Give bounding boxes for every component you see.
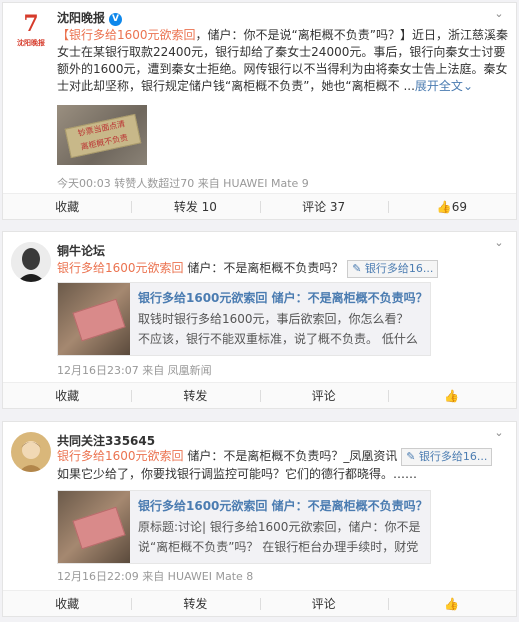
like-button[interactable]: 👍 <box>387 383 516 408</box>
author-name[interactable]: 沈阳晚报 V <box>57 9 123 26</box>
avatar[interactable]: 7 沈阳晚报 <box>11 11 51 51</box>
shared-article-card[interactable]: 银行多给1600元欲索回 储户：不是离柜概不负责吗？ 原标题:讨论| 银行多给1… <box>57 490 431 564</box>
expand-link[interactable]: 展开全文⌄ <box>415 79 473 93</box>
link-tag-label[interactable]: 银行多给16... <box>365 262 434 275</box>
chevron-down-icon[interactable]: ⌄ <box>492 237 506 248</box>
article-description: 原标题:讨论| 银行多给1600元欲索回，储户：你不是说“离柜概不负责”吗？ 在… <box>138 520 421 554</box>
expand-label[interactable]: 展开全文 <box>415 79 463 93</box>
article-thumbnail <box>58 491 130 563</box>
author-name-text[interactable]: 沈阳晚报 <box>57 11 105 25</box>
comment-button[interactable]: 评论 <box>259 591 388 616</box>
topic-link[interactable]: 银行多给1600元欲索回 <box>57 449 184 463</box>
post-body: 储户：不是离柜概不负责吗？_凤凰资讯 <box>183 449 402 463</box>
article-title[interactable]: 银行多给1600元欲索回 储户：不是离柜概不负责吗？ <box>138 497 422 514</box>
link-tag[interactable]: ✎ 银行多给16... <box>347 260 439 278</box>
favorite-button[interactable]: 收藏 <box>3 194 131 219</box>
avatar[interactable] <box>11 242 51 282</box>
post-meta: 12月16日23:07 来自 凤凰新闻 <box>57 364 212 377</box>
like-button[interactable]: 👍 <box>387 591 516 616</box>
link-icon: ✎ <box>352 262 362 275</box>
link-tag-label[interactable]: 银行多给16... <box>419 450 488 463</box>
link-tag[interactable]: ✎ 银行多给16... <box>401 448 493 466</box>
chevron-down-icon[interactable]: ⌄ <box>492 8 506 19</box>
chevron-down-icon[interactable]: ⌄ <box>492 427 506 438</box>
post-text: 银行多给1600元欲索回 储户：不是离柜概不负责吗？_凤凰资讯 ✎ 银行多给16… <box>57 448 508 483</box>
banknotes <box>72 298 126 342</box>
repost-button[interactable]: 转发 <box>131 591 259 616</box>
post-text: 银行多给1600元欲索回 储户：不是离柜概不负责吗？ ✎ 银行多给16... <box>57 260 508 278</box>
post-card: ⌄ 铜牛论坛 银行多给1600元欲索回 储户：不是离柜概不负责吗？ ✎ 银行多给… <box>2 231 517 409</box>
post-card: ⌄ 7 沈阳晚报 沈阳晚报 V 【银行多给1600元欲索回，储户：你不是说“离柜概… <box>2 2 517 220</box>
article-description: 取钱时银行多给1600元，事后欲索回，你怎么看？ 不应该，银行不能双重标准，说了… <box>138 312 418 346</box>
repost-button[interactable]: 转发 <box>131 383 259 408</box>
topic-link[interactable]: 【银行多给1600元欲索回 <box>57 28 196 42</box>
author-name[interactable]: 铜牛论坛 <box>57 242 105 259</box>
article-title[interactable]: 银行多给1600元欲索回 储户：不是离柜概不负责吗？ <box>138 289 422 306</box>
verified-icon: V <box>109 13 123 26</box>
post-body-line2: 如果它少给了，你要找银行调监控可能吗？它们的德行都晓得。…… <box>57 467 418 481</box>
image-sign: 钞票当面点清 离柜概不负责 <box>64 113 142 159</box>
action-bar: 收藏 转发 10 评论 37 👍69 <box>3 193 516 219</box>
like-button[interactable]: 👍69 <box>387 194 516 219</box>
like-count: 69 <box>451 200 467 214</box>
post-meta: 12月16日22:09 来自 HUAWEI Mate 8 <box>57 570 254 583</box>
favorite-button[interactable]: 收藏 <box>3 383 131 408</box>
post-body: 储户：不是离柜概不负责吗？ <box>183 261 344 275</box>
link-icon: ✎ <box>406 450 416 463</box>
comment-button[interactable]: 评论 <box>259 383 388 408</box>
banknotes <box>72 506 126 550</box>
post-card: ⌄ 共同关注335645 银行多给1600元欲索回 储户：不是离柜概不负责吗？_… <box>2 421 517 617</box>
action-bar: 收藏 转发 评论 👍 <box>3 382 516 408</box>
comment-button[interactable]: 评论 37 <box>259 194 388 219</box>
repost-button[interactable]: 转发 10 <box>131 194 259 219</box>
post-image[interactable]: 钞票当面点清 离柜概不负责 <box>57 105 147 165</box>
favorite-button[interactable]: 收藏 <box>3 591 131 616</box>
shared-article-card[interactable]: 银行多给1600元欲索回 储户：不是离柜概不负责吗？ 取钱时银行多给1600元，… <box>57 282 431 356</box>
thumbs-up-icon: 👍 <box>444 389 460 403</box>
article-thumbnail <box>58 283 130 355</box>
avatar[interactable] <box>11 432 51 472</box>
post-meta: 今天00:03 转赞人数超过70 来自 HUAWEI Mate 9 <box>57 177 309 190</box>
topic-link[interactable]: 银行多给1600元欲索回 <box>57 261 184 275</box>
thumbs-up-icon: 👍 <box>444 597 460 611</box>
thumbs-up-icon: 👍 <box>436 200 452 214</box>
logo-text: 沈阳晚报 <box>17 39 45 47</box>
post-text: 【银行多给1600元欲索回，储户：你不是说“离柜概不负责”吗？】近日，浙江慈溪秦… <box>57 27 508 95</box>
author-name[interactable]: 共同关注335645 <box>57 432 155 449</box>
action-bar: 收藏 转发 评论 👍 <box>3 590 516 616</box>
svg-text:7: 7 <box>23 11 38 37</box>
